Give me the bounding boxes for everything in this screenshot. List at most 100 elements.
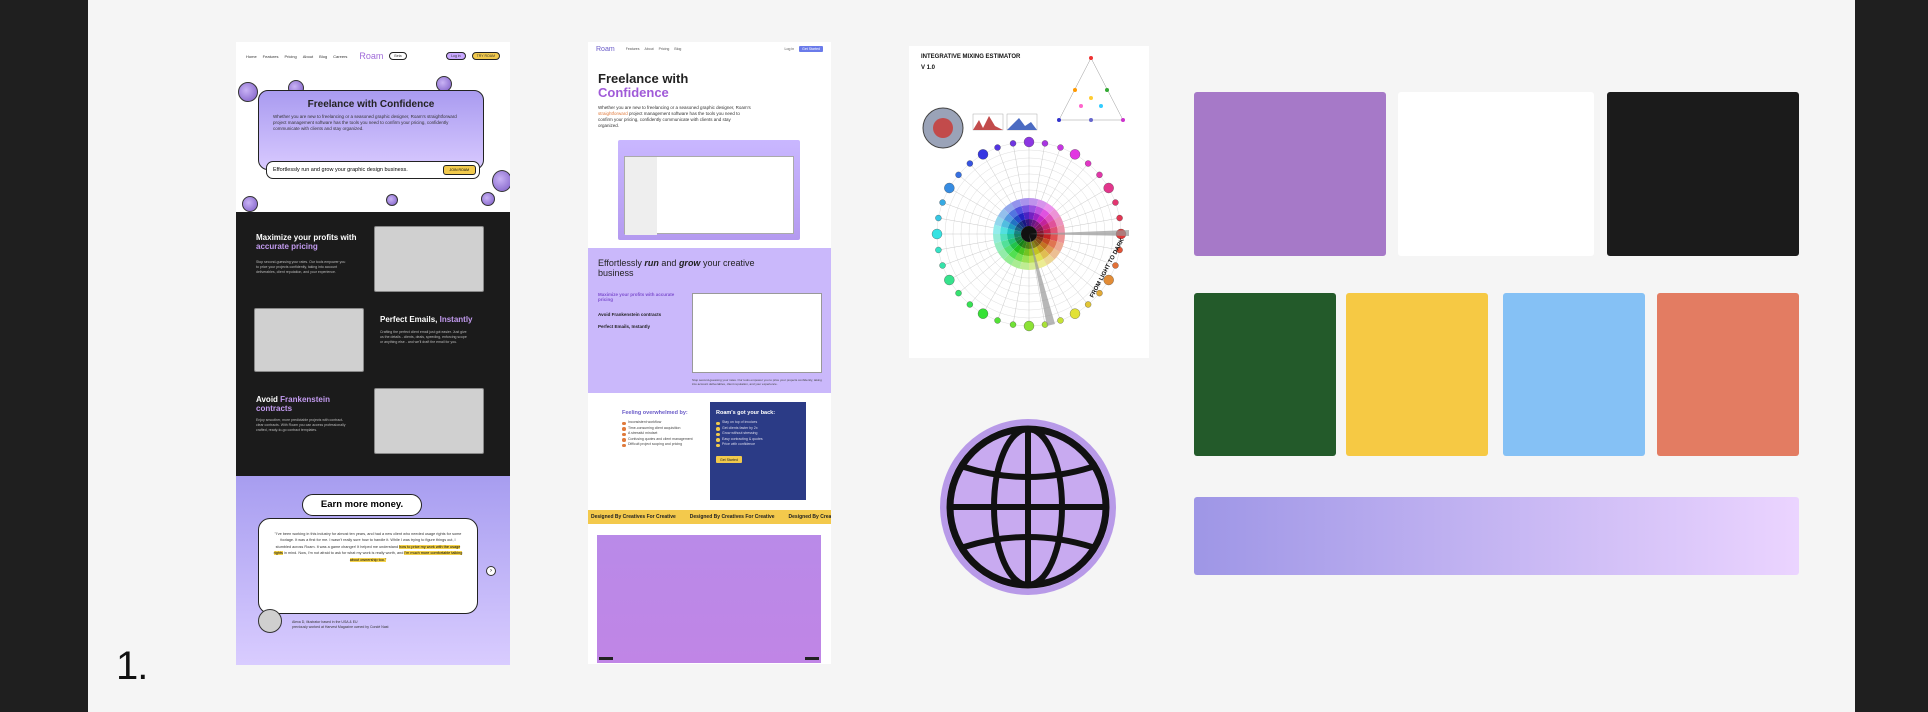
nav-link[interactable]: Careers [333,54,347,59]
app-screenshot [618,140,800,240]
left-dark-bar [0,0,88,712]
nav-link[interactable]: About [645,47,654,51]
roam-logo[interactable]: Roam [596,46,615,53]
nav-link[interactable]: Pricing [659,47,670,51]
feature-preview [692,293,822,373]
globe-icon [940,419,1116,595]
hero-text-highlight: straightforward [598,111,628,117]
app-sidebar [625,157,657,235]
card-title: Feeling overwhelmed by: [622,410,688,416]
card-title: Roam's got your back: [716,410,776,416]
hero-text: Whether you are new to freelancing or a … [598,105,753,129]
hero-title-line: Freelance with [598,71,689,86]
video-player[interactable] [597,535,821,663]
gradient-swatch [1194,497,1799,575]
website-mockup-1[interactable]: Home Features Pricing About Blog Careers… [236,42,510,665]
list-item: Price with confidence [716,442,800,448]
feature-title-text: Maximize your profits with [256,233,357,242]
side-label: FROM LIGHT TO DARK [1089,237,1126,299]
testimonial-credit: Alexa D, illustrator based in the USA & … [292,620,389,631]
section-title-emph: run [644,258,659,268]
hero-title: Freelance with Confidence [598,72,688,99]
mockup2-nav: Roam Features About Pricing Blog Log in … [588,42,831,56]
login-link[interactable]: Log in [785,47,795,51]
feature-title-highlight: Instantly [439,315,473,324]
mixing-estimator-infographic: INTEGRATIVE MIXING ESTIMATOR V 1.0 FROM … [909,46,1149,358]
problems-card: Feeling overwhelmed by: Inconsistent wor… [616,402,710,500]
globe-icon [481,192,495,206]
image-placeholder [374,388,484,454]
color-swatch [1346,293,1488,456]
globe-icon [238,82,258,102]
feature-title-text: Avoid [256,395,278,404]
feature-title-highlight: accurate pricing [256,241,318,251]
hero-cta-bar: Effortlessly run and grow your graphic d… [266,161,480,179]
solutions-card: Roam's got your back: Stay on top of inv… [710,402,806,500]
section-title-emph: grow [678,258,701,268]
mockup1-nav: Home Features Pricing About Blog Careers… [236,42,510,70]
color-swatch [1503,293,1645,456]
nav-link[interactable]: Pricing [284,54,296,59]
list-item: Difficult project scoping and pricing [622,442,704,448]
canvas-frame: 1. Home Features Pricing About Blog Care… [0,0,1928,712]
login-button[interactable]: Log in [446,52,466,60]
section-title-part: Effortlessly [598,258,642,268]
nav-link[interactable]: About [303,54,313,59]
nav-link[interactable]: Home [246,54,257,59]
ticker-text: Designed By Creatives For Creative [689,514,775,520]
ticker-text: Designed By Creatives For Creative [788,514,831,520]
nav-link[interactable]: Blog [319,54,327,59]
color-swatch [1607,92,1799,256]
globe-icon [242,196,258,212]
avatar [258,609,282,633]
color-swatch [1398,92,1594,256]
testimonial-section: Earn more money. "I've been working in t… [236,476,510,665]
feature-caption: Stop second-guessing your rates. Our too… [692,378,822,387]
features-section: Effortlessly run and grow your creative … [588,248,831,393]
section-title: Effortlessly run and grow your creative … [598,258,768,279]
get-started-button[interactable]: Get Started [716,456,742,464]
play-icon[interactable] [599,657,613,660]
feature-title: Maximize your profits with accurate pric… [256,233,366,252]
feature-title: Avoid Frankenstein contracts [256,395,346,414]
features-section: Maximize your profits with accurate pric… [236,212,510,476]
video-controls[interactable] [599,657,819,661]
fullscreen-icon[interactable] [805,657,819,660]
hero-text: Whether you are new to freelancing or a … [273,114,457,131]
app-window [624,156,794,235]
website-mockup-2[interactable]: Roam Features About Pricing Blog Log in … [588,42,831,664]
feature-tab[interactable]: Perfect Emails, Instantly [598,324,678,329]
feature-title: Perfect Emails, Instantly [380,315,490,325]
globe-icon [492,170,510,192]
roam-logo[interactable]: Roam [359,51,383,61]
feature-tab[interactable]: Maximize your profits with accurate pric… [598,292,678,302]
ticker-text: Designed By Creatives For Creative [591,514,676,520]
testimonial-card: "I've been working in this industry for … [258,518,478,614]
cta-text: Effortlessly run and grow your graphic d… [273,167,408,173]
comparison-cards: Feeling overwhelmed by: Inconsistent wor… [616,402,806,500]
image-placeholder [254,308,364,372]
step-number: 1. [116,644,148,688]
nav-link[interactable]: Features [626,47,640,51]
feature-desc: Stop second-guessing your rates. Our too… [256,260,346,274]
hero-title: Freelance with Confidence [307,99,435,110]
hero-card: Freelance with Confidence Whether you ar… [258,90,484,170]
globe-icon [386,194,398,206]
nav-link[interactable]: Features [263,54,279,59]
right-dark-bar [1855,0,1928,712]
carousel-next-icon[interactable]: › [486,566,496,576]
color-swatch [1194,293,1336,456]
image-placeholder [374,226,484,292]
beta-badge: Beta [389,52,407,60]
hero-title-highlight: Confidence [598,84,669,100]
color-wheel-diagram: FROM LIGHT TO DARK [922,56,1129,332]
credit-line: previously worked at Harvest Magazine ow… [292,625,389,630]
feature-tab[interactable]: Avoid Frankenstein contracts [598,312,678,317]
nav-link[interactable]: Blog [674,47,681,51]
join-roam-button[interactable]: JOIN ROAM [442,165,476,175]
color-swatch [1657,293,1799,456]
get-started-button[interactable]: Get Started [799,46,823,52]
try-roam-button[interactable]: TRY ROAM [471,52,500,60]
marquee-ticker: Designed By Creatives For Creative Desig… [588,510,831,524]
earn-title: Earn more money. [302,494,422,516]
